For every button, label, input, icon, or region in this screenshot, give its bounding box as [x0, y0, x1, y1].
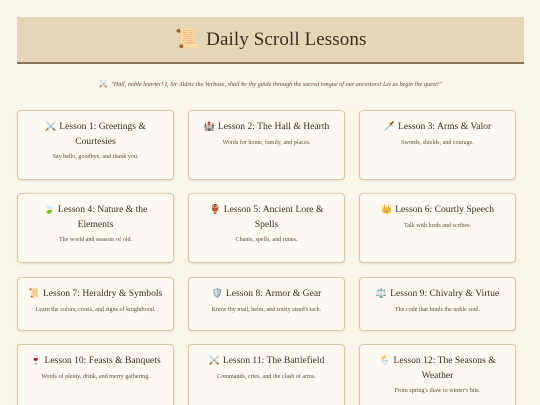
lesson-title: 🌦️ Lesson 12: The Seasons & Weather [379, 355, 496, 381]
lesson-title: 👑 Lesson 6: Courtly Speech [380, 204, 495, 215]
crossed-swords-icon: ⚔️ [45, 121, 57, 131]
lesson-title: 🗡️ Lesson 3: Arms & Valor [383, 121, 492, 132]
lesson-description: The code that binds the noble soul. [394, 306, 481, 313]
lesson-description: Commands, cries, and the clash of arms. [217, 373, 316, 380]
crossed-swords-icon: ⚔️ [208, 355, 220, 365]
lesson-title: ⚔️ Lesson 11: The Battlefield [208, 355, 325, 366]
lesson-title: ⚖️ Lesson 9: Chivalry & Virtue [375, 288, 500, 299]
lesson-title: 🛡️ Lesson 8: Armor & Gear [211, 288, 322, 299]
lesson-description: Know thy mail, helm, and trusty steed's … [211, 306, 322, 313]
lesson-card-10[interactable]: 🍷 Lesson 10: Feasts & Banquets Words of p… [17, 344, 174, 405]
lesson-description: Words for home, family, and places. [222, 139, 311, 146]
lesson-card-8[interactable]: 🛡️ Lesson 8: Armor & Gear Know thy mail, … [188, 277, 345, 331]
scroll-icon: 📜 [28, 288, 40, 298]
lesson-card-11[interactable]: ⚔️ Lesson 11: The Battlefield Commands, c… [188, 344, 345, 405]
lesson-description: Words of plenty, drink, and merry gather… [41, 373, 150, 380]
lesson-title: 🍃 Lesson 4: Nature & the Elements [43, 204, 148, 230]
lesson-card-1[interactable]: ⚔️ Lesson 1: Greetings & Courtesies Say h… [17, 110, 174, 180]
leaf-icon: 🍃 [43, 204, 55, 214]
lesson-card-4[interactable]: 🍃 Lesson 4: Nature & the Elements The wor… [17, 193, 174, 263]
wine-glass-icon: 🍷 [30, 355, 42, 365]
lesson-title: 📜 Lesson 7: Heraldry & Symbols [28, 288, 163, 299]
lesson-card-6[interactable]: 👑 Lesson 6: Courtly Speech Talk with lord… [359, 193, 516, 263]
lesson-description: Talk with lords and scribes. [403, 222, 472, 229]
lesson-card-5[interactable]: 🏺 Lesson 5: Ancient Lore & Spells Chants,… [188, 193, 345, 263]
scales-icon: ⚖️ [375, 288, 388, 298]
lesson-card-12[interactable]: 🌦️ Lesson 12: The Seasons & Weather From … [359, 344, 516, 405]
lesson-title: ⚔️ Lesson 1: Greetings & Courtesies [45, 121, 146, 147]
lesson-description: Learn the colors, crests, and signs of k… [35, 306, 156, 313]
lesson-title: 🏰 Lesson 2: The Hall & Hearth [203, 121, 330, 132]
lesson-card-9[interactable]: ⚖️ Lesson 9: Chivalry & Virtue The code t… [359, 277, 516, 331]
lesson-card-7[interactable]: 📜 Lesson 7: Heraldry & Symbols Learn the … [17, 277, 174, 331]
lesson-card-2[interactable]: 🏰 Lesson 2: The Hall & Hearth Words for h… [188, 110, 345, 180]
lesson-grid: ⚔️ Lesson 1: Greetings & Courtesies Say h… [0, 0, 540, 405]
lesson-description: Chants, spells, and runes. [235, 237, 298, 243]
lesson-description: Say hello, goodbye, and thank you. [52, 154, 139, 160]
lesson-title: 🍷 Lesson 10: Feasts & Banquets [30, 355, 161, 366]
dagger-icon: 🗡️ [383, 121, 396, 131]
amphora-icon: 🏺 [209, 204, 221, 214]
shield-icon: 🛡️ [211, 288, 223, 298]
crown-icon: 👑 [380, 204, 393, 214]
lesson-title: 🏺 Lesson 5: Ancient Lore & Spells [209, 204, 324, 230]
lesson-description: From spring's thaw to winter's bite. [394, 388, 481, 394]
lesson-description: Swords, shields, and courage. [401, 139, 474, 146]
lesson-description: The world and seasons of old. [58, 237, 133, 243]
castle-icon: 🏰 [203, 121, 215, 131]
sun-behind-rain-icon: 🌦️ [379, 355, 391, 365]
lesson-card-3[interactable]: 🗡️ Lesson 3: Arms & Valor Swords, shields… [359, 110, 516, 180]
